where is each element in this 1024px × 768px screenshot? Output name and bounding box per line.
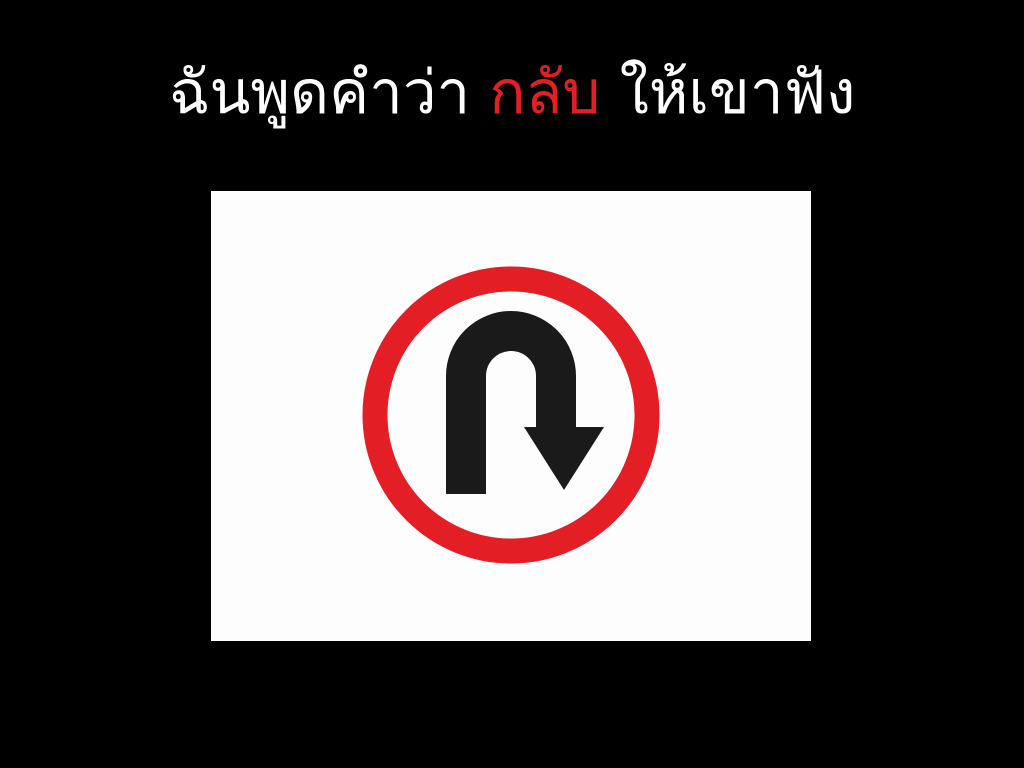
u-turn-sign [362, 266, 660, 564]
title-text-before: ฉันพูดคำว่า [168, 58, 471, 128]
title-text-after: ให้เขาฟัง [619, 58, 856, 128]
u-turn-arrow-shaft [446, 311, 576, 494]
u-turn-arrow-head [524, 427, 604, 490]
u-turn-icon [446, 311, 604, 494]
slide-title: ฉันพูดคำว่า กลับ ให้เขาฟัง [0, 48, 1024, 138]
slide: ฉันพูดคำว่า กลับ ให้เขาฟัง [0, 0, 1024, 768]
sign-image [211, 191, 811, 641]
title-highlight-word: กลับ [489, 58, 601, 128]
